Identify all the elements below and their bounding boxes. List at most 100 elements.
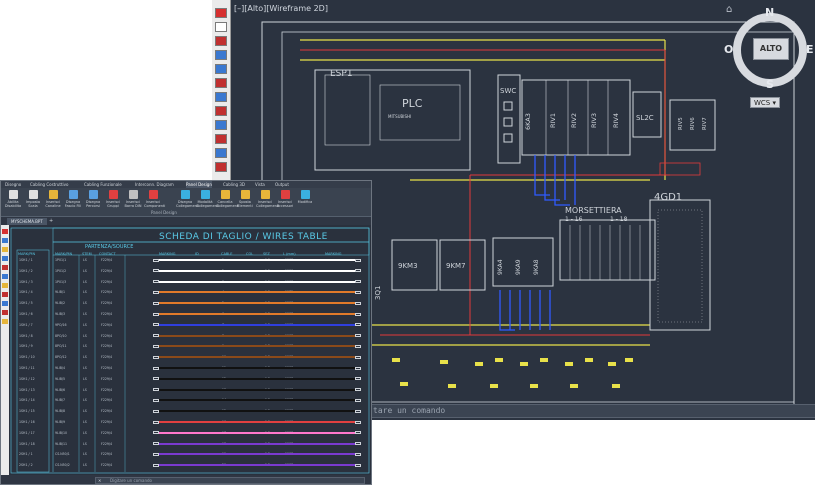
wire-end-left xyxy=(153,344,159,348)
wire-line[interactable] xyxy=(159,399,355,402)
label-m-1-16: 1 - 16 xyxy=(565,216,583,223)
tool-icon[interactable] xyxy=(215,8,227,18)
ribbon-button-modifica[interactable]: Modifica xyxy=(296,190,314,214)
ribbon-tool-icon xyxy=(300,190,310,199)
header-stem: STEM xyxy=(82,252,92,256)
ribbon-button-sposta-elementi[interactable]: Sposta Elementi xyxy=(236,190,254,214)
command-line[interactable]: tare un comando ▲ xyxy=(368,404,815,418)
tool-icon[interactable] xyxy=(215,148,227,158)
ribbon-button-inserisci-barra-din[interactable]: Inserisci Barra DIN xyxy=(124,190,142,214)
wire-end-left xyxy=(153,258,159,262)
left-mark-cell: 1SH1 / 2 xyxy=(19,268,33,273)
wire-line[interactable] xyxy=(159,410,355,413)
tab-interconn-diagram[interactable]: Interconn. Diagram xyxy=(135,181,174,188)
tool-icon[interactable] xyxy=(215,50,227,60)
tab-cabling-costruttivo[interactable]: Cabling Costruttivo xyxy=(30,181,69,188)
ribbon-button-label: Abilita Disabilita xyxy=(4,200,22,208)
wire-line[interactable] xyxy=(159,431,355,434)
ribbon-button-imposta-scala[interactable]: Imposta Scala xyxy=(24,190,42,214)
tab-disegno[interactable]: Disegno xyxy=(5,181,21,188)
label-sl2c: SL2C xyxy=(636,114,654,122)
wire-line[interactable] xyxy=(159,334,355,337)
source-cell: 9LIB/2 xyxy=(55,301,66,306)
ribbon-button-disegna-fascio-fili[interactable]: Disegna Fascio Fili xyxy=(64,190,82,214)
tab-cabling-funzionale[interactable]: Cabling Funzionale xyxy=(84,181,122,188)
wire-line[interactable] xyxy=(159,323,355,326)
tool-icon[interactable] xyxy=(215,134,227,144)
wire-end-left xyxy=(153,334,159,338)
ribbon-button-inserisci-accessori[interactable]: Inserisci Accessori xyxy=(276,190,294,214)
tool-icon[interactable] xyxy=(2,283,8,288)
contact-cell: F229/4 xyxy=(101,366,113,370)
tool-icon[interactable] xyxy=(2,292,8,297)
tab-output[interactable]: Output xyxy=(275,181,289,188)
compass-south[interactable]: S xyxy=(766,78,774,91)
tool-icon[interactable] xyxy=(2,229,8,234)
ribbon-button-label: Inserisci Accessori xyxy=(276,200,294,208)
ribbon-button-disegna-percorsi[interactable]: Disegna Percorsi xyxy=(84,190,102,214)
wire-end-left xyxy=(153,420,159,424)
viewcube-compass[interactable]: N S E O ALTO xyxy=(724,6,814,92)
ribbon-button-inserisci-gruppi[interactable]: Inserisci Gruppi xyxy=(104,190,122,214)
wire-line[interactable] xyxy=(159,464,355,467)
tool-icon[interactable] xyxy=(215,64,227,74)
close-icon[interactable]: ✕ xyxy=(98,478,101,483)
label-9km3: 9KM3 xyxy=(398,262,418,270)
compass-east[interactable]: E xyxy=(806,43,814,56)
wire-end-right xyxy=(355,398,361,402)
tool-icon[interactable] xyxy=(2,265,8,270)
wire-line[interactable] xyxy=(159,388,355,391)
wire-line[interactable] xyxy=(159,280,355,283)
wire-line[interactable] xyxy=(159,313,355,315)
wire-line[interactable] xyxy=(159,302,355,305)
left-toolbar xyxy=(1,225,9,475)
wire-line[interactable] xyxy=(159,377,355,380)
wire-line[interactable] xyxy=(159,356,355,359)
wire-line[interactable] xyxy=(159,442,355,445)
tool-icon[interactable] xyxy=(2,238,8,243)
tool-icon[interactable] xyxy=(215,78,227,88)
wire-end-right xyxy=(355,366,361,370)
tab-myschema[interactable]: MYSCHEMA.BPT xyxy=(7,218,47,225)
wire-line[interactable] xyxy=(159,291,355,294)
ribbon-button-disegna-collegamenti[interactable]: Disegna Collegamenti xyxy=(176,190,199,214)
tool-icon[interactable] xyxy=(215,36,227,46)
wire-line[interactable] xyxy=(159,259,355,261)
ribbon-button-cancella-collegamenti[interactable]: Cancella Collegamenti xyxy=(216,190,239,214)
viewcube-top-face[interactable]: ALTO xyxy=(753,38,789,60)
device-4gd1 xyxy=(649,199,711,331)
wire-line[interactable] xyxy=(159,421,355,423)
ribbon-button-inserisci-collegamenti[interactable]: Inserisci Collegamenti xyxy=(256,190,279,214)
ribbon-button-inserisci-canaline[interactable]: Inserisci Canaline xyxy=(44,190,62,214)
tab-panel-design[interactable]: Panel Design xyxy=(186,181,212,188)
tab-cabling-3d[interactable]: Cabling 3D xyxy=(223,181,245,188)
tab-vista[interactable]: Vista xyxy=(255,181,265,188)
tool-icon[interactable] xyxy=(215,92,227,102)
wire-end-left xyxy=(153,398,159,402)
ribbon-tool-icon xyxy=(280,190,290,199)
tool-icon[interactable] xyxy=(2,274,8,279)
tool-icon[interactable] xyxy=(2,319,8,324)
source-cell: 1P01/1 xyxy=(55,258,67,262)
command-input[interactable]: ✕ Digitare un comando xyxy=(95,477,365,484)
wcs-dropdown[interactable]: WCS ▾ xyxy=(750,97,780,108)
compass-north[interactable]: N xyxy=(765,6,774,19)
tool-icon[interactable] xyxy=(215,120,227,130)
tool-icon[interactable] xyxy=(215,106,227,116)
new-tab-button[interactable]: + xyxy=(49,218,53,225)
header-contact: CONTACT xyxy=(99,252,116,256)
tool-icon[interactable] xyxy=(215,162,227,172)
wire-line[interactable] xyxy=(159,367,355,369)
ribbon-button-modalit-collegamenti[interactable]: Modalità Collegamenti xyxy=(196,190,219,214)
wire-line[interactable] xyxy=(159,269,355,272)
tool-icon[interactable] xyxy=(2,301,8,306)
wire-line[interactable] xyxy=(159,453,355,456)
ribbon-button-abilita-disabilita[interactable]: Abilita Disabilita xyxy=(4,190,22,214)
wires-table-window[interactable]: Disegno Cabling Costruttivo Cabling Funzio… xyxy=(0,180,372,485)
wire-line[interactable] xyxy=(159,345,355,348)
tool-icon[interactable] xyxy=(2,247,8,252)
tool-icon[interactable] xyxy=(215,22,227,32)
tool-icon[interactable] xyxy=(2,256,8,261)
compass-west[interactable]: O xyxy=(724,43,733,56)
tool-icon[interactable] xyxy=(2,310,8,315)
